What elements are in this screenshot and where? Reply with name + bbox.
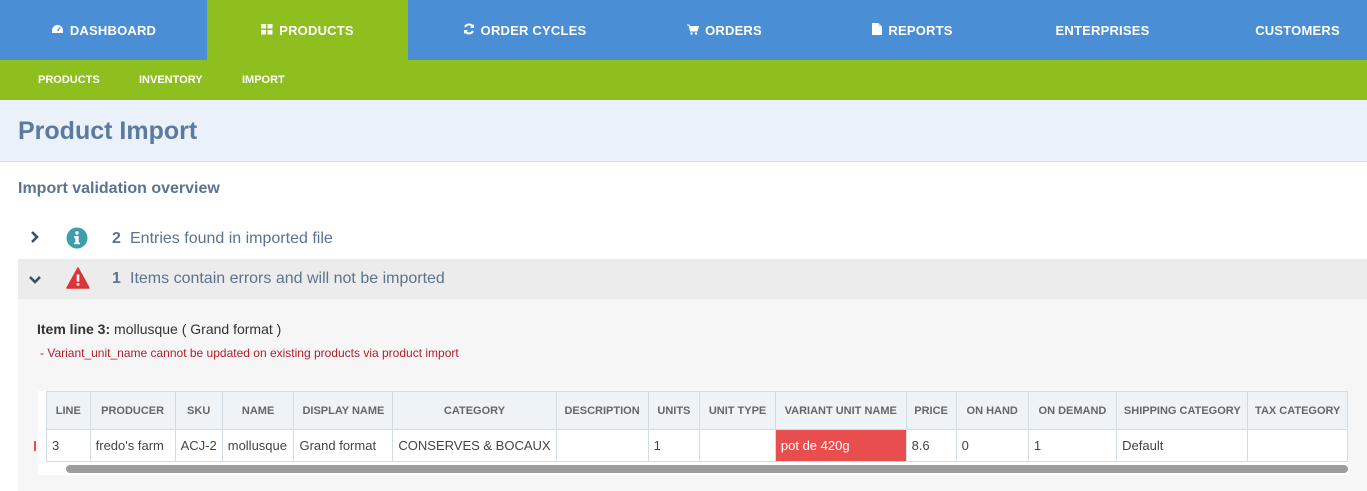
tab-label: REPORTS: [888, 22, 953, 38]
col-display-name: DISPLAY NAME: [293, 391, 394, 430]
cell-shipping-category: Default: [1116, 429, 1249, 462]
file-icon: [872, 22, 888, 38]
col-description: DESCRIPTION: [555, 391, 649, 430]
errors-count: 1: [112, 270, 121, 287]
tab-label: ORDER CYCLES: [480, 22, 587, 38]
info-icon: [66, 227, 88, 254]
cart-icon: [687, 23, 705, 38]
page-title: Product Import: [18, 117, 198, 145]
tab-dashboard[interactable]: DASHBOARD: [0, 0, 207, 60]
cell-on-hand: 0: [955, 429, 1029, 462]
cell-sku: ACJ-2: [174, 429, 223, 462]
tab-enterprises[interactable]: ENTERPRISES: [1017, 0, 1188, 60]
cell-units: 1: [647, 429, 701, 462]
errors-text: Items contain errors and will not be imp…: [130, 270, 445, 287]
subnav-inventory[interactable]: INVENTORY: [139, 60, 203, 100]
page-header: Product Import: [0, 100, 1367, 162]
cell-line: 3: [46, 429, 91, 462]
row-error-marker: [34, 441, 38, 451]
error-table: LINE PRODUCER SKU NAME DISPLAY NAME CATE…: [46, 391, 1348, 462]
table-header-row: LINE PRODUCER SKU NAME DISPLAY NAME CATE…: [46, 391, 1348, 430]
cell-unit-type: [699, 429, 776, 462]
cell-on-demand: 1: [1027, 429, 1118, 462]
tab-label: ORDERS: [705, 22, 762, 38]
col-line: LINE: [46, 391, 91, 430]
chevron-down-icon[interactable]: [28, 272, 42, 290]
refresh-icon: [463, 23, 481, 38]
col-producer: PRODUCER: [89, 391, 176, 430]
error-item-heading: Item line 3: mollusque ( Grand format ): [37, 321, 281, 337]
col-category: CATEGORY: [392, 391, 557, 430]
dashboard-icon: [51, 23, 70, 38]
error-message: - Variant_unit_name cannot be updated on…: [40, 346, 459, 360]
tab-customers[interactable]: CUSTOMERS: [1228, 0, 1367, 60]
tab-orders[interactable]: ORDERS: [641, 0, 808, 60]
col-on-hand: ON HAND: [955, 391, 1029, 430]
col-sku: SKU: [174, 391, 223, 430]
summary-row-errors[interactable]: 1 Items contain errors and will not be i…: [18, 259, 1367, 299]
cell-variant-unit-name-error: pot de 420g: [774, 429, 907, 462]
item-line-value: mollusque ( Grand format ): [110, 321, 282, 337]
tab-label: CUSTOMERS: [1255, 22, 1340, 38]
tab-label: DASHBOARD: [69, 22, 157, 38]
tab-reports[interactable]: REPORTS: [808, 0, 1017, 60]
horizontal-scrollbar[interactable]: [66, 465, 1348, 473]
entries-count: 2: [112, 230, 121, 247]
error-table-container: LINE PRODUCER SKU NAME DISPLAY NAME CATE…: [38, 391, 1348, 475]
grid-icon: [261, 23, 279, 38]
tab-label: ENTERPRISES: [1055, 22, 1150, 38]
chevron-right-icon[interactable]: [30, 230, 40, 249]
item-line-label: Item line 3:: [37, 321, 111, 337]
cell-description: [555, 429, 649, 462]
sub-navigation: PRODUCTS INVENTORY IMPORT: [0, 60, 1367, 109]
subnav-import[interactable]: IMPORT: [242, 60, 285, 100]
summary-row-entries[interactable]: 2 Entries found in imported file: [18, 219, 1367, 259]
tab-order-cycles[interactable]: ORDER CYCLES: [408, 0, 641, 60]
cell-display-name: Grand format: [293, 429, 394, 462]
tab-label: PRODUCTS: [279, 22, 354, 38]
cell-category: CONSERVES & BOCAUX: [392, 429, 557, 462]
overview-title: Import validation overview: [18, 180, 220, 197]
col-tax-category: TAX CATEGORY: [1247, 391, 1348, 430]
col-units: UNITS: [647, 391, 701, 430]
col-unit-type: UNIT TYPE: [699, 391, 776, 430]
entries-text: Entries found in imported file: [130, 230, 333, 247]
tab-products[interactable]: PRODUCTS: [207, 0, 408, 60]
cell-name: mollusque: [221, 429, 295, 462]
col-variant-unit-name: VARIANT UNIT NAME: [774, 391, 907, 430]
col-shipping-category: SHIPPING CATEGORY: [1116, 391, 1249, 430]
col-on-demand: ON DEMAND: [1027, 391, 1118, 430]
top-navigation: DASHBOARD PRODUCTS ORDER CYCLES ORDERS R…: [0, 0, 1367, 60]
cell-producer: fredo's farm: [89, 429, 176, 462]
cell-tax-category: [1247, 429, 1348, 462]
table-row: 3 fredo's farm ACJ-2 mollusque Grand for…: [46, 429, 1348, 462]
cell-price: 8.6: [905, 429, 957, 462]
col-name: NAME: [221, 391, 295, 430]
col-price: PRICE: [905, 391, 957, 430]
warning-icon: [66, 267, 90, 294]
subnav-products[interactable]: PRODUCTS: [38, 60, 100, 100]
